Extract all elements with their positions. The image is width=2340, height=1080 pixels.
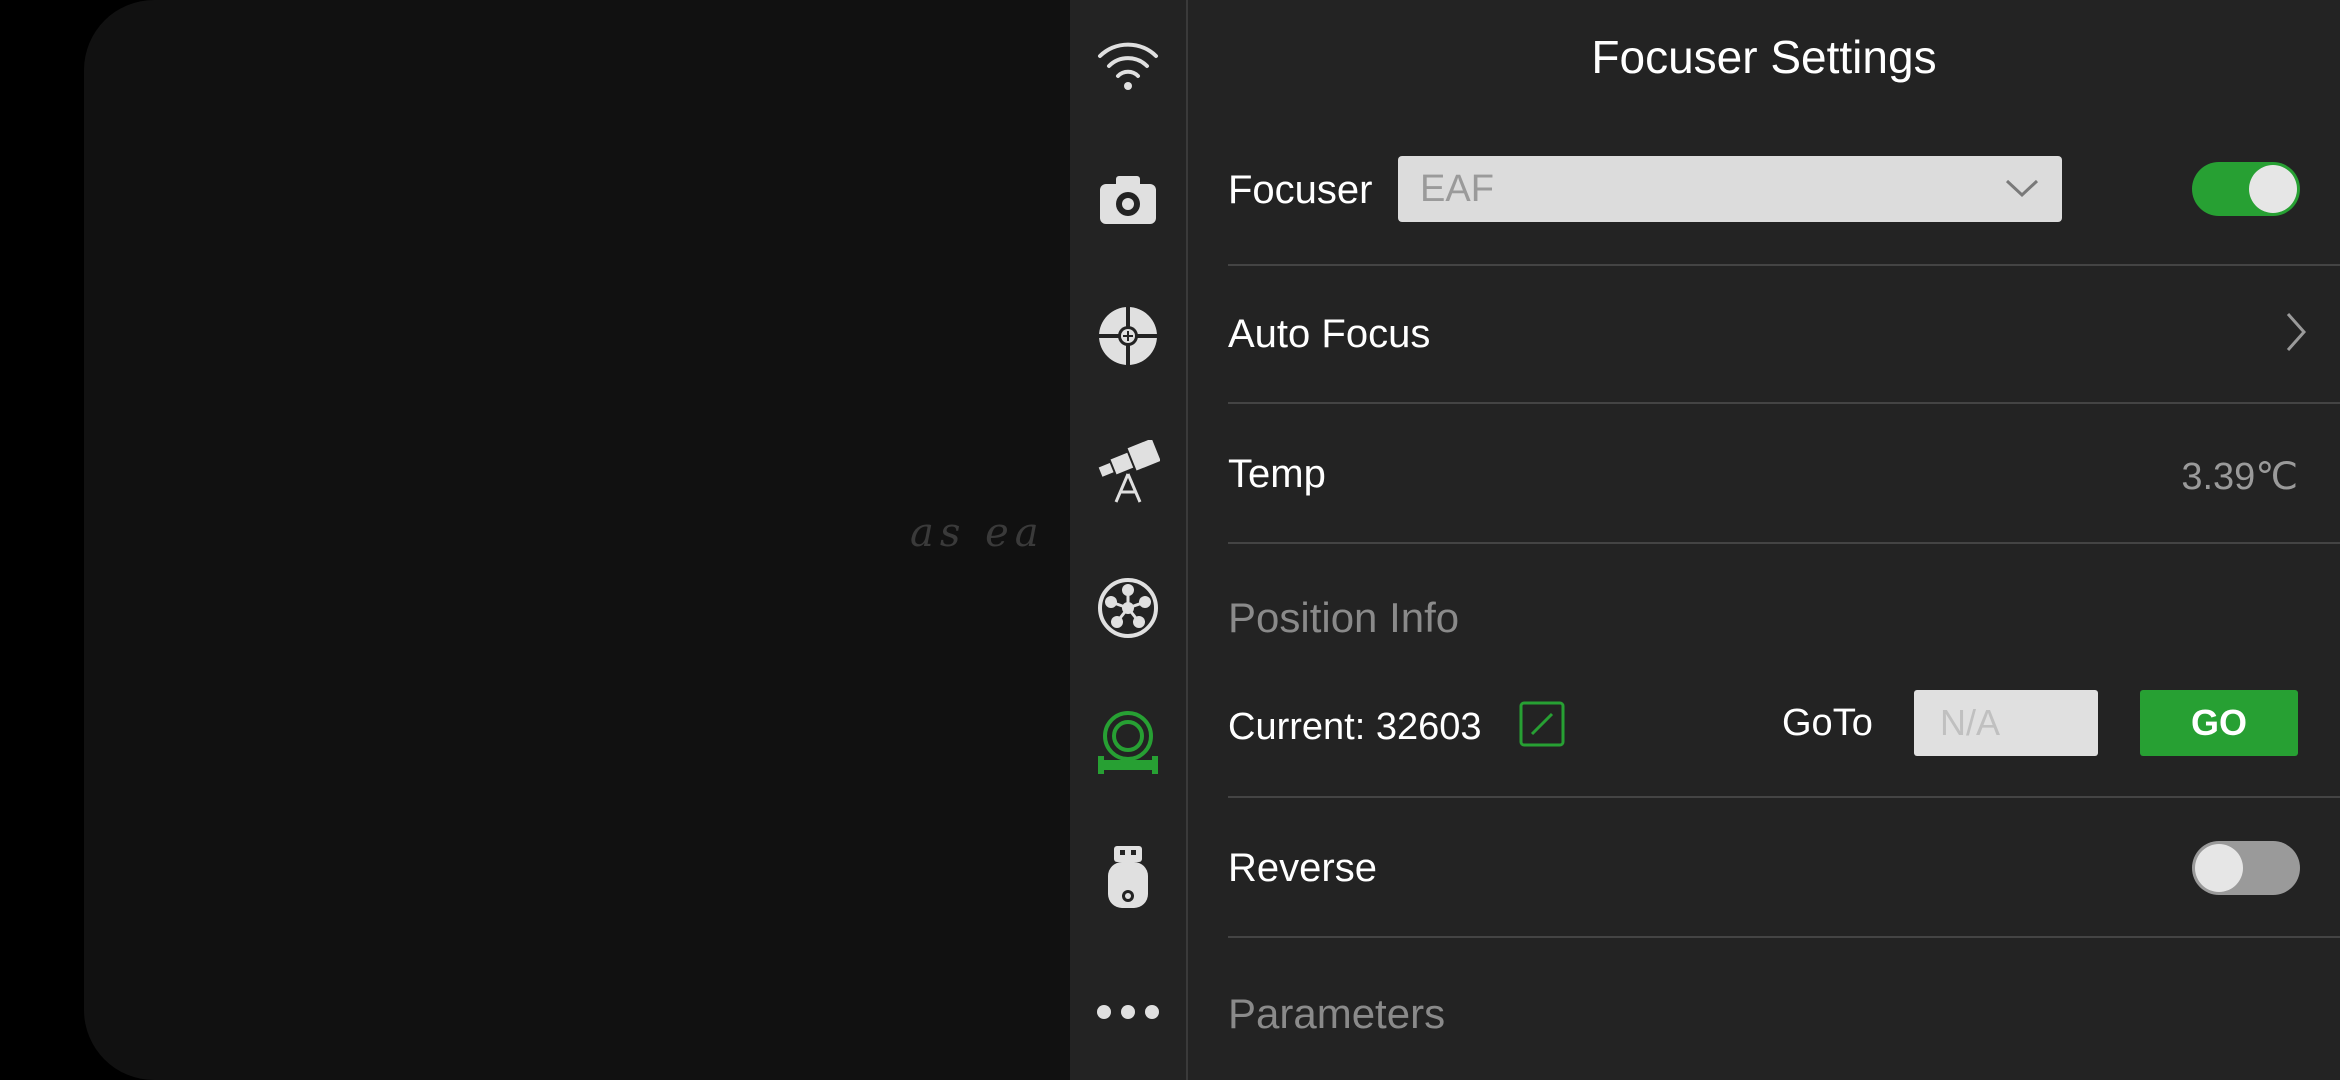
temp-value: 3.39℃	[2181, 456, 2298, 498]
divider	[1228, 402, 2340, 404]
sidebar-item-focuser[interactable]	[1070, 692, 1186, 792]
more-icon	[1097, 1005, 1159, 1019]
sidebar-item-filter-wheel[interactable]	[1070, 558, 1186, 658]
toggle-knob	[2249, 165, 2297, 213]
wifi-icon	[1098, 42, 1158, 90]
crosshair-icon	[1098, 306, 1158, 366]
sidebar-item-more[interactable]	[1070, 962, 1186, 1062]
divider	[1228, 796, 2340, 798]
sidebar-item-camera[interactable]	[1070, 150, 1186, 250]
parameters-section-label: Parameters	[1228, 990, 1446, 1037]
edit-icon[interactable]	[1518, 700, 1566, 748]
preview-overlay-label: as ea	[910, 510, 1045, 556]
sidebar-item-wifi[interactable]	[1070, 14, 1186, 114]
focuser-label: Focuser	[1228, 168, 1373, 212]
focuser-select[interactable]: EAF	[1398, 156, 2062, 222]
camera-preview-area: as ea	[84, 0, 1124, 1080]
go-button[interactable]: GO	[2140, 690, 2298, 756]
reverse-toggle[interactable]	[2192, 841, 2300, 895]
temp-label: Temp	[1228, 452, 1326, 496]
sidebar-item-usb[interactable]	[1070, 828, 1186, 928]
reverse-label: Reverse	[1228, 846, 1377, 890]
focuser-settings-panel: Focuser Settings Focuser EAF Auto Focus …	[1188, 0, 2340, 1080]
toggle-knob	[2195, 844, 2243, 892]
focuser-enable-toggle[interactable]	[2192, 162, 2300, 216]
position-info-section-label: Position Info	[1228, 594, 1460, 641]
focuser-icon	[1098, 711, 1158, 774]
panel-title: Focuser Settings	[1591, 31, 1937, 83]
divider	[1228, 542, 2340, 544]
goto-position-input[interactable]	[1914, 690, 2098, 756]
sidebar	[1070, 0, 1188, 1080]
auto-focus-label: Auto Focus	[1228, 312, 1431, 356]
chevron-down-icon	[2005, 179, 2039, 198]
telescope-icon	[1098, 440, 1160, 503]
filter-wheel-icon	[1098, 578, 1158, 638]
preview-overlay-text: as ea	[910, 510, 1045, 556]
divider	[1228, 264, 2340, 266]
camera-icon	[1100, 176, 1156, 224]
current-position-label: Current: 32603	[1228, 706, 1482, 748]
auto-focus-chevron-right-icon[interactable]	[2284, 310, 2308, 354]
goto-label: GoTo	[1782, 702, 1873, 744]
divider	[1228, 936, 2340, 938]
usb-drive-icon	[1108, 846, 1148, 908]
focuser-select-value: EAF	[1420, 168, 1494, 210]
sidebar-item-guide[interactable]	[1070, 286, 1186, 386]
sidebar-item-telescope[interactable]	[1070, 422, 1186, 522]
